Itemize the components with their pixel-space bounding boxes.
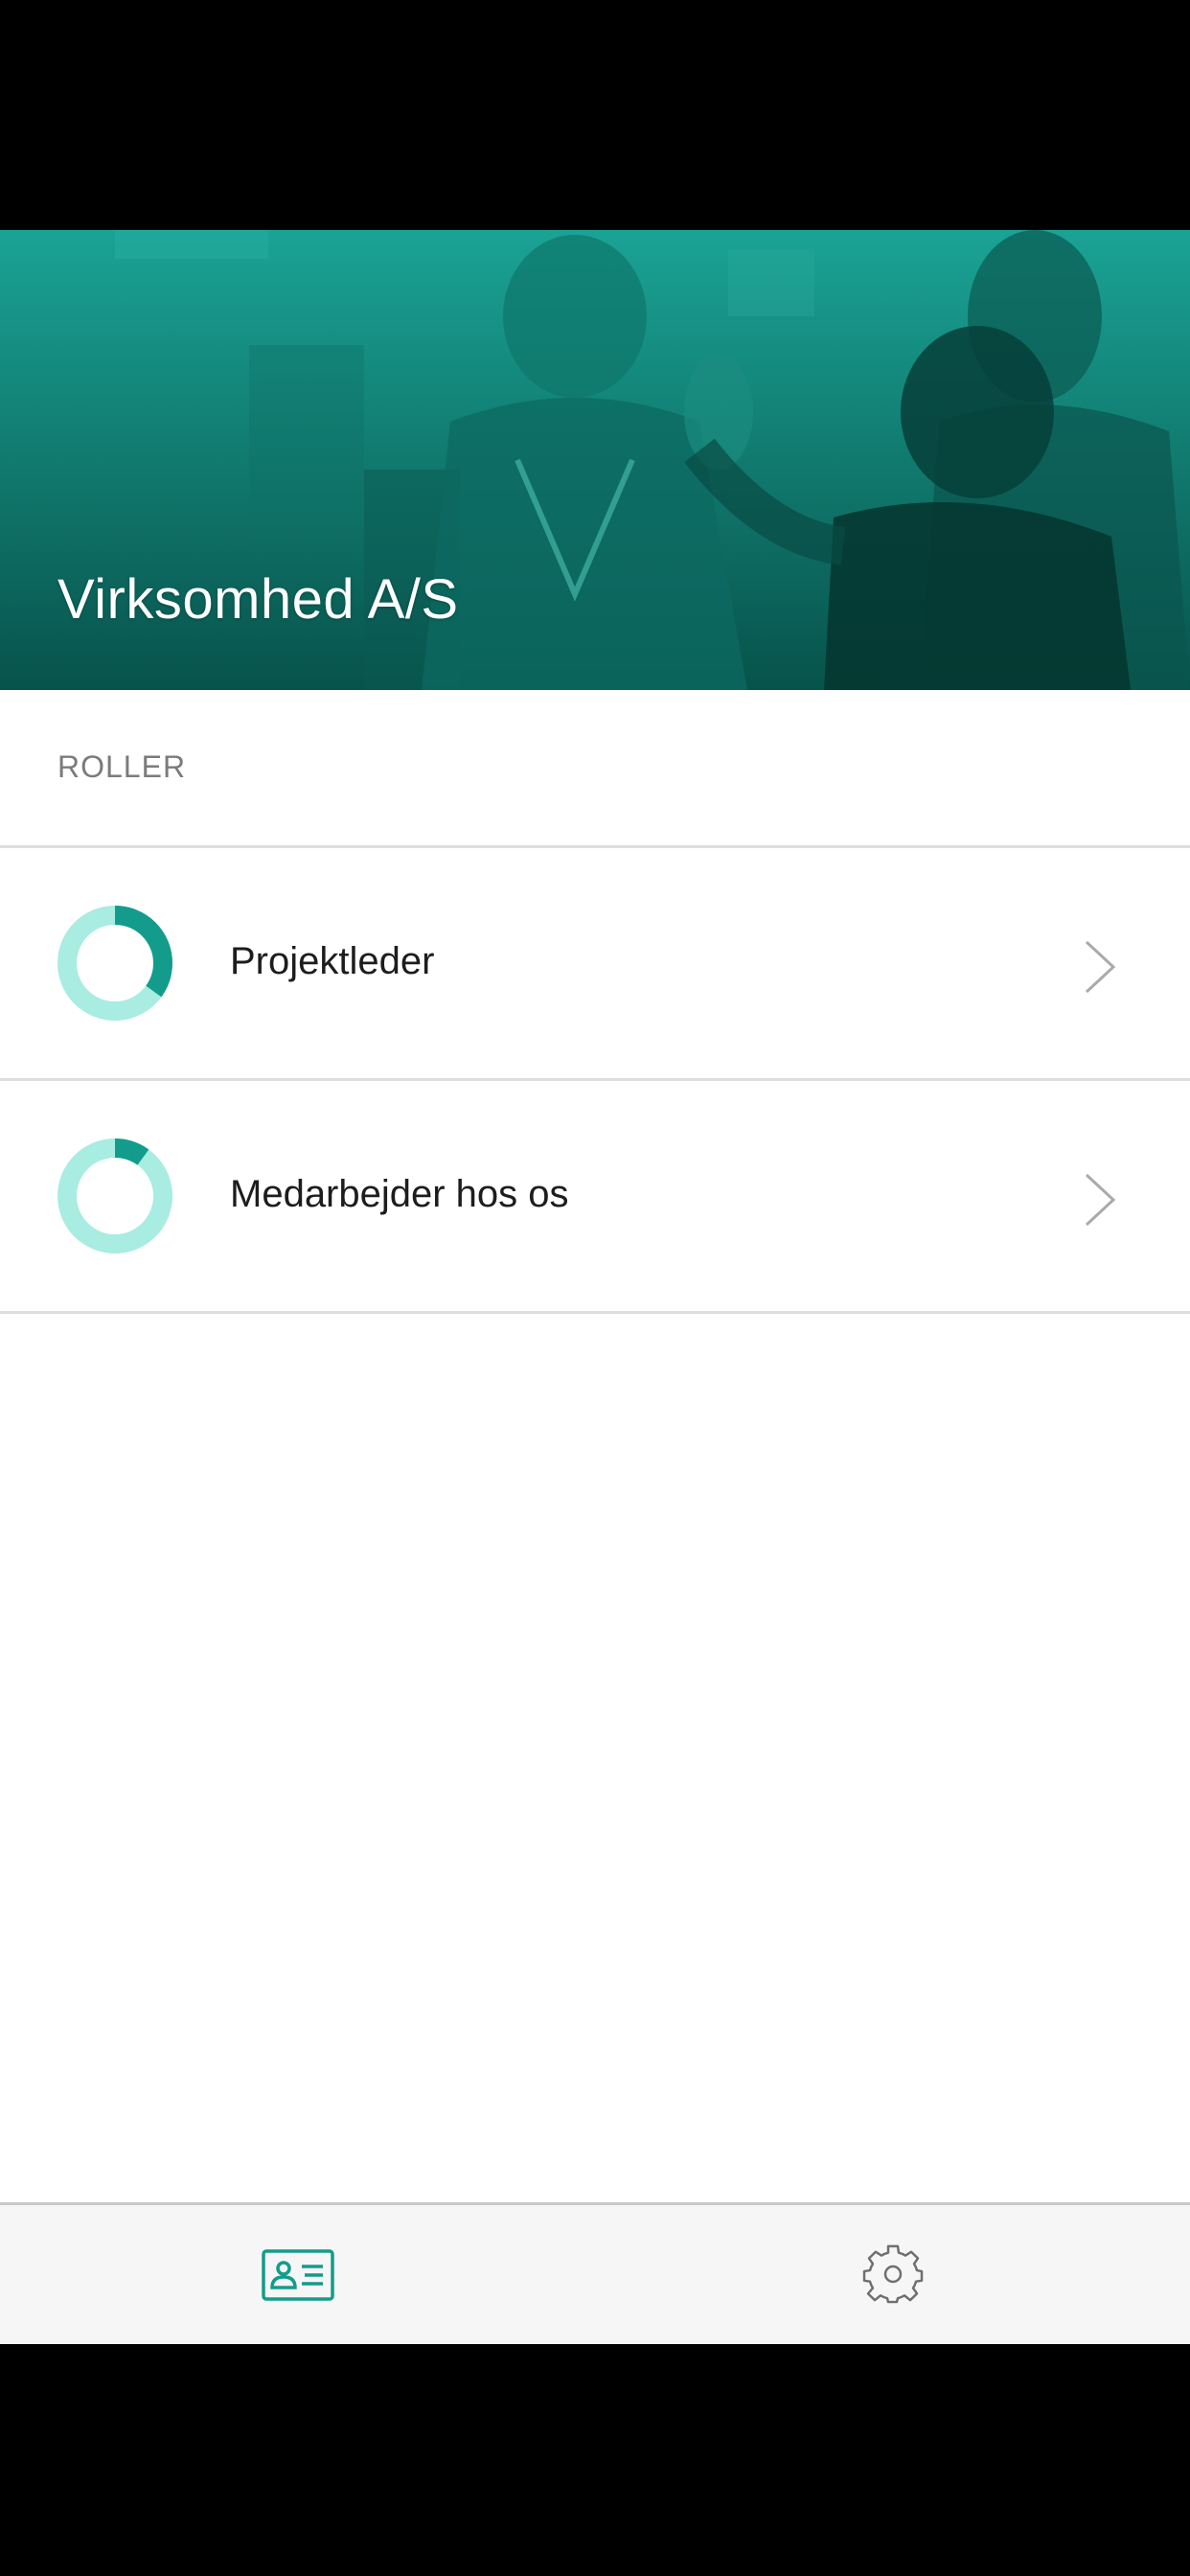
- company-title: Virksomhed A/S: [57, 568, 459, 631]
- chevron-right-icon: [1085, 940, 1116, 994]
- progress-ring-icon: [57, 1138, 172, 1254]
- home-indicator-area: [0, 2344, 1190, 2576]
- section-header-roles: ROLLER: [57, 749, 187, 784]
- role-row-projektleder[interactable]: Projektleder: [0, 848, 1190, 1078]
- tab-settings[interactable]: [595, 2205, 1190, 2344]
- gear-icon: [862, 2244, 923, 2303]
- status-bar-area: [0, 0, 1190, 230]
- tab-roles[interactable]: [0, 2205, 595, 2344]
- tab-bar: [0, 2202, 1190, 2344]
- role-row-medarbejder[interactable]: Medarbejder hos os: [0, 1081, 1190, 1311]
- hero-banner: Virksomhed A/S: [0, 230, 1190, 690]
- chevron-right-icon: [1085, 1173, 1116, 1227]
- divider: [0, 1311, 1190, 1314]
- progress-ring-icon: [57, 906, 172, 1021]
- progress-ring-track: [57, 1138, 172, 1254]
- role-label: Medarbejder hos os: [230, 1173, 569, 1215]
- id-card-icon: [261, 2248, 334, 2301]
- main-content: ROLLER Projektleder Medarbejder hos os: [0, 690, 1190, 2204]
- role-label: Projektleder: [230, 940, 435, 982]
